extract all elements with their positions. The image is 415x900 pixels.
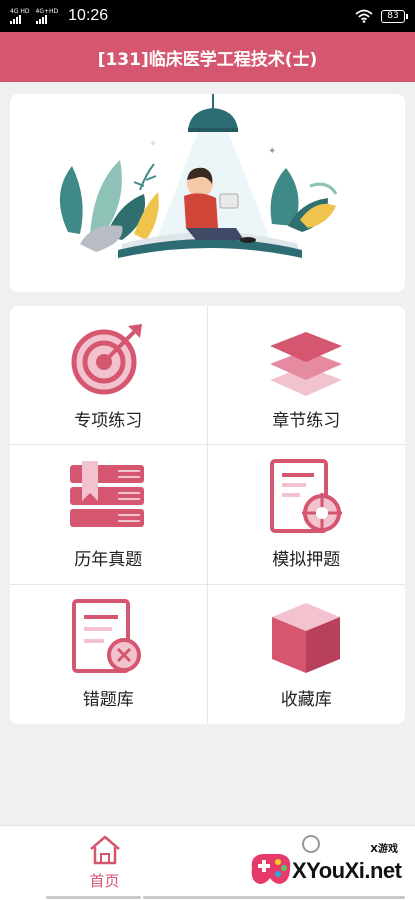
target-arrow-icon: [71, 324, 143, 395]
watermark: X游戏 XYouXi.net: [246, 840, 406, 892]
home-indicator-left: [46, 896, 141, 899]
nav-home-label: 首页: [89, 872, 120, 890]
menu-item-label: 章节练习: [272, 411, 341, 431]
status-bar: 4G HD 4G+HD 10:26 83: [0, 0, 415, 32]
home-indicator-right: [143, 896, 405, 899]
status-time: 10:26: [68, 7, 109, 24]
signal-2: 4G+HD: [35, 8, 58, 24]
gamepad-logo-icon: [251, 854, 291, 884]
menu-item-favorites[interactable]: 收藏库: [208, 585, 406, 724]
books-icon: [70, 461, 145, 528]
child-reading-illustration: ✦ ✧: [59, 94, 338, 258]
menu-item-label: 专项练习: [74, 411, 143, 431]
page-header: [131]临床医学工程技术(士): [0, 32, 415, 82]
feature-grid: 专项练习 章节练习 历年真题 模拟押题 错题库 收藏库: [10, 306, 405, 724]
menu-item-label: 收藏库: [280, 689, 332, 710]
menu-item-wrong-questions[interactable]: 错题库: [10, 584, 208, 724]
document-x-icon: [72, 598, 142, 673]
signal-1: 4G HD: [10, 8, 30, 24]
layers-icon: [270, 332, 343, 396]
menu-item-mock-exam[interactable]: 模拟押题: [207, 445, 405, 585]
battery-icon: 83: [381, 9, 408, 23]
menu-item-special-practice[interactable]: 专项练习: [10, 306, 208, 446]
menu-item-label: 模拟押题: [272, 550, 341, 571]
watermark-small-text: X游戏: [370, 844, 398, 855]
page-title: [131]临床医学工程技术(士): [97, 49, 318, 70]
signal-1-bars-icon: [10, 14, 21, 24]
svg-text:✦: ✦: [268, 146, 276, 157]
menu-item-past-exams[interactable]: 历年真题: [10, 445, 208, 585]
document-target-icon: [270, 459, 343, 534]
menu-item-chapter-practice[interactable]: 章节练习: [207, 306, 405, 446]
home-icon: [89, 835, 120, 865]
cube-icon: [272, 602, 341, 673]
svg-text:✧: ✧: [150, 139, 157, 148]
nav-home[interactable]: 首页: [62, 834, 147, 894]
signal-2-bars-icon: [35, 14, 47, 24]
menu-item-label: 错题库: [82, 689, 134, 710]
watermark-text: XYouXi.net: [292, 858, 402, 883]
wifi-icon: [355, 9, 373, 23]
banner: ✦ ✧: [10, 94, 405, 292]
menu-item-label: 历年真题: [74, 550, 143, 571]
